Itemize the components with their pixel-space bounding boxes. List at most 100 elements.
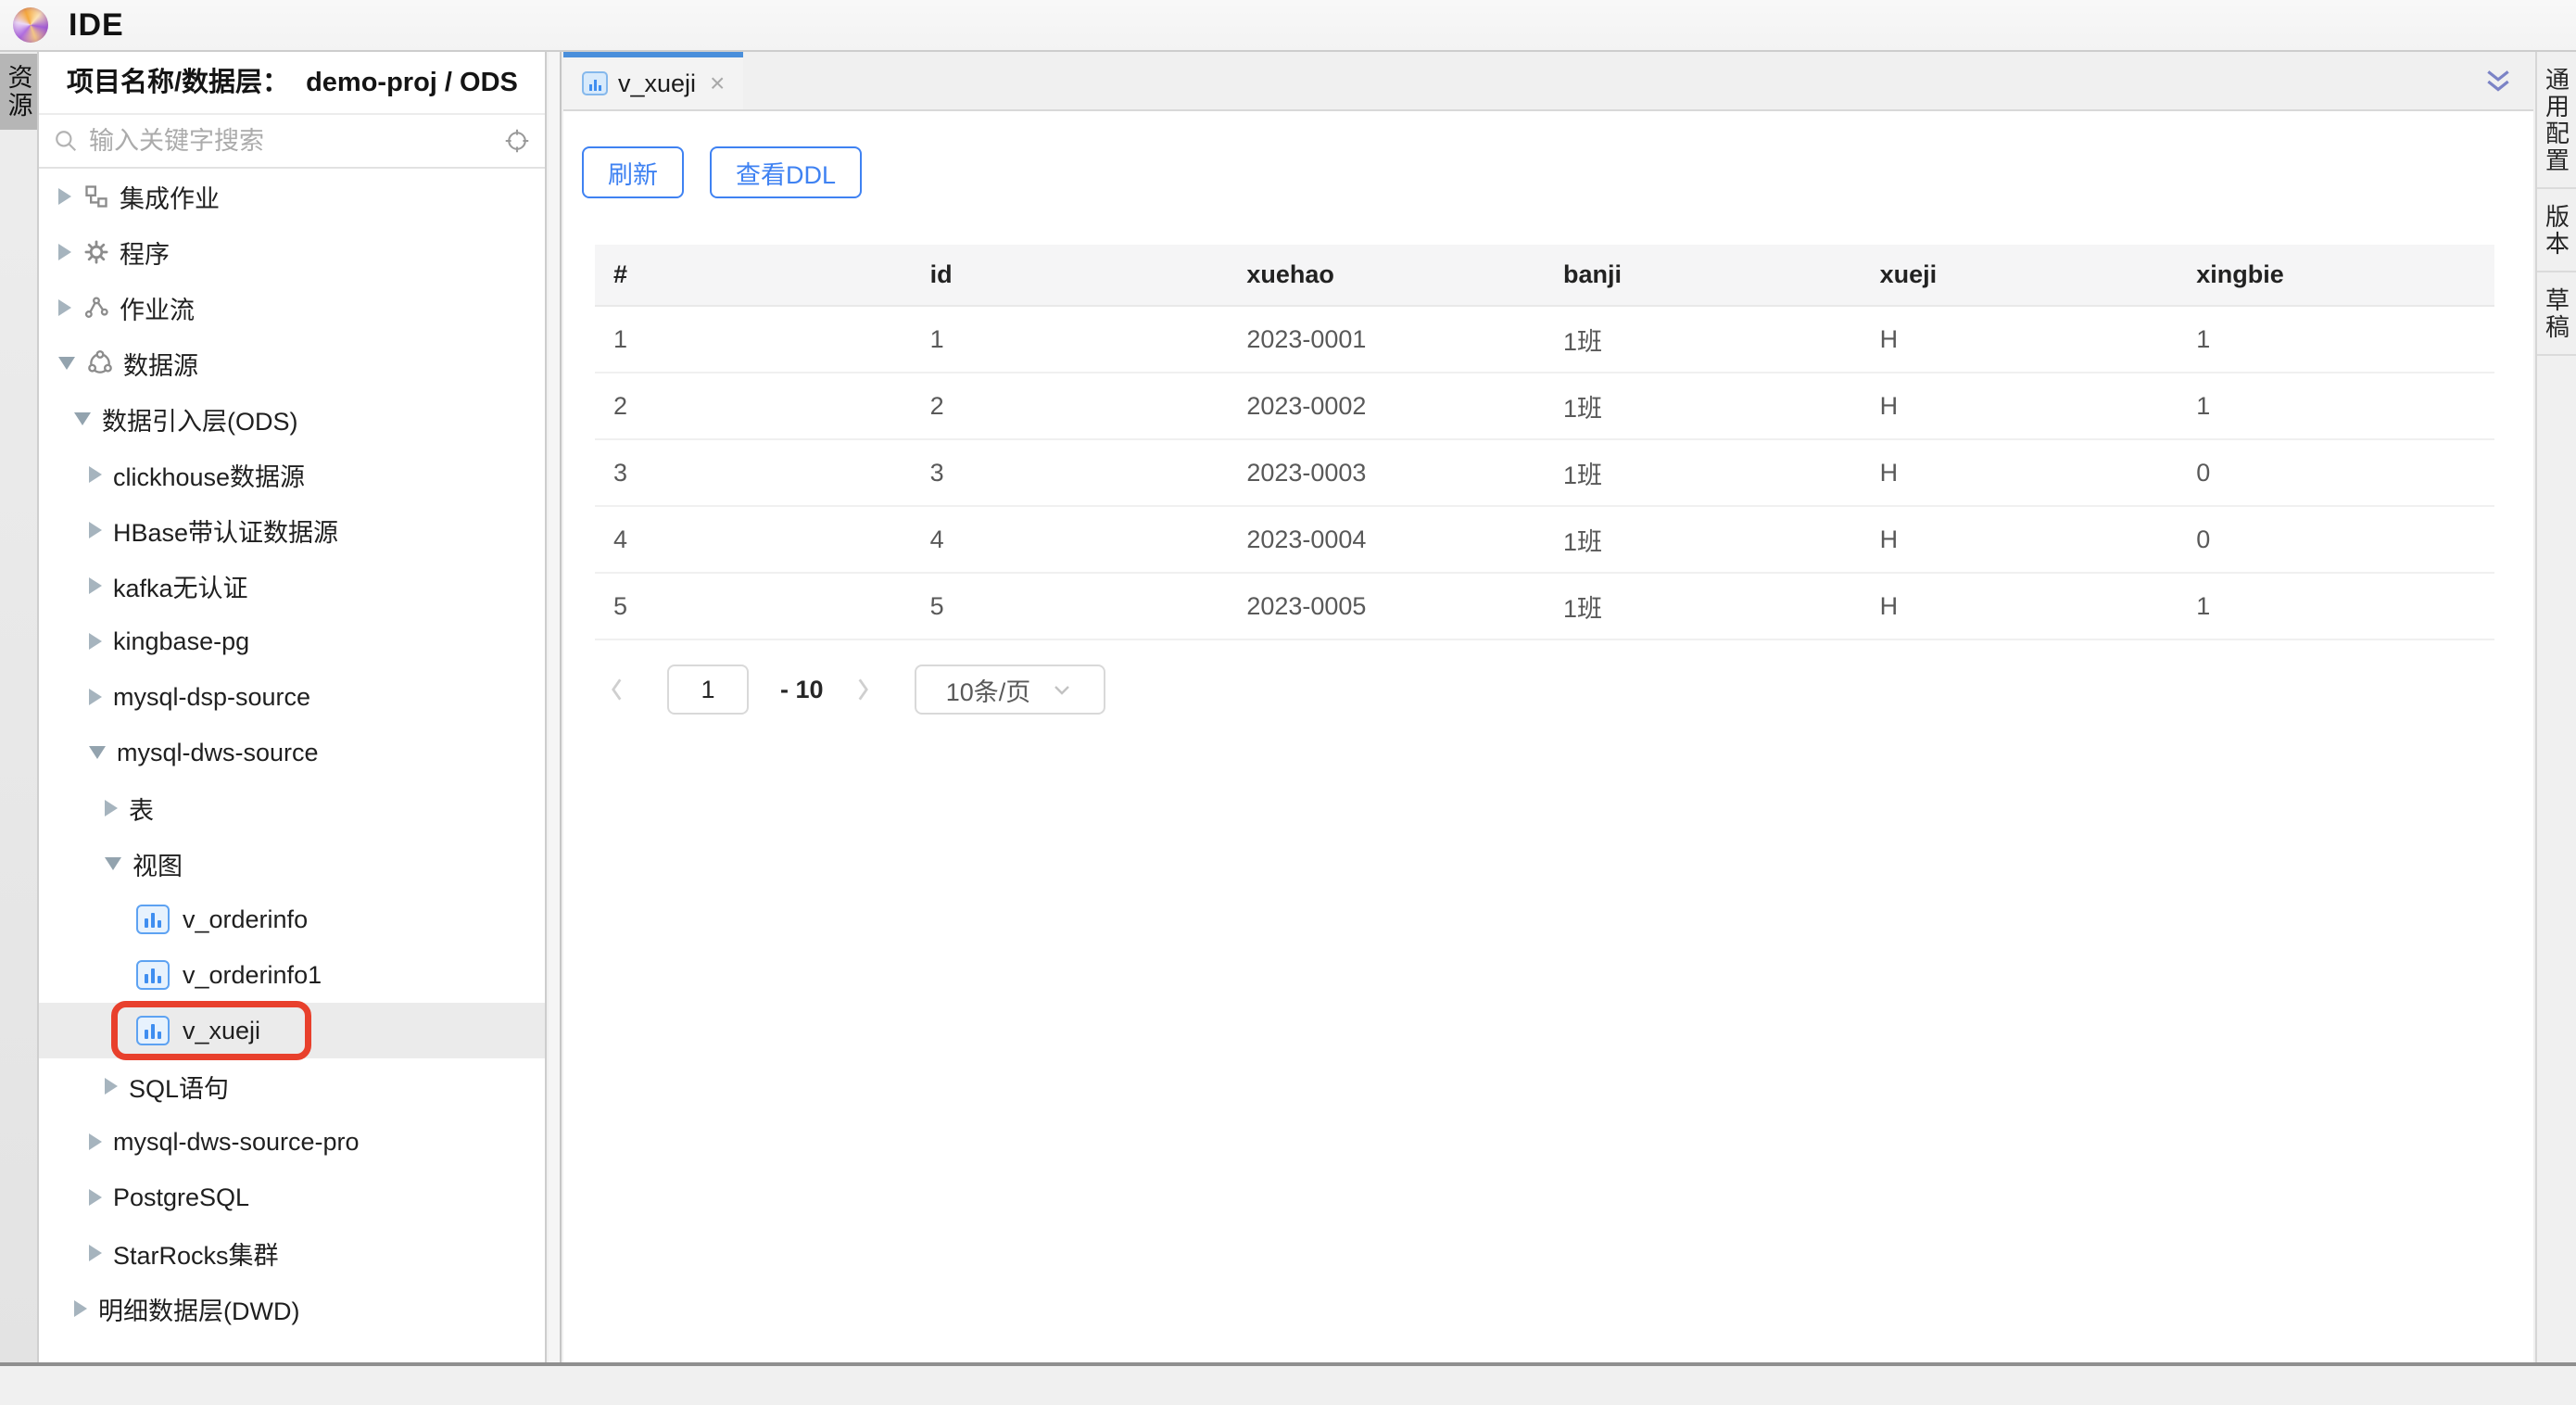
page-number-input[interactable] [667,665,749,715]
activity-tab-label: 资源 [1,64,37,120]
tree-item-label: 数据引入层(ODS) [102,401,298,437]
table-cell: 1 [912,306,1229,373]
caret-right-icon[interactable] [89,1133,102,1150]
table-cell: 2023-0003 [1228,439,1545,506]
panel-resizer[interactable] [549,52,562,1362]
tree-item-dwd-layer[interactable]: 明细数据层(DWD) [39,1281,545,1336]
caret-down-icon[interactable] [74,412,91,425]
caret-right-icon[interactable] [89,577,102,594]
next-page-icon[interactable] [853,676,874,703]
data-preview-table: #idxuehaobanjixuejixingbie 112023-00011班… [595,245,2494,640]
tree-item-view-v-orderinfo1[interactable]: v_orderinfo1 [39,947,545,1003]
datasource-icon [86,349,114,377]
tree-item-view-v-xueji[interactable]: v_xueji [39,1003,545,1058]
chevron-down-icon [1051,678,1073,701]
tree-item-label: StarRocks集群 [113,1235,279,1272]
table-row: 552023-00051班H1 [595,573,2494,639]
page-size-select[interactable]: 10条/页 [915,665,1105,715]
tree-item-mysql-dws-source-pro[interactable]: mysql-dws-source-pro [39,1114,545,1170]
panel-general-config[interactable]: 通用配置 [2537,52,2576,189]
search-bar [39,115,545,169]
pagination: - 10 10条/页 [606,665,2533,715]
tree-item-postgresql[interactable]: PostgreSQL [39,1170,545,1225]
tree-item-workflows[interactable]: 作业流 [39,280,545,335]
tree-item-kafka-no-auth[interactable]: kafka无认证 [39,558,545,614]
table-cell: 1 [2178,306,2494,373]
tree-item-view-v-orderinfo[interactable]: v_orderinfo [39,892,545,947]
tab-label: v_xueji [618,70,696,98]
tree-item-clickhouse-source[interactable]: clickhouse数据源 [39,447,545,502]
table-header: #idxuehaobanjixuejixingbie [595,245,2494,306]
caret-right-icon[interactable] [105,800,118,816]
table-cell: 4 [595,506,912,573]
activity-tab-resources[interactable]: 资源 [0,54,37,130]
window-bottom-edge [0,1362,2576,1366]
tree-item-label: mysql-dsp-source [113,683,310,712]
caret-right-icon[interactable] [74,1300,87,1317]
caret-down-icon[interactable] [89,746,106,759]
tree-item-starrocks-cluster[interactable]: StarRocks集群 [39,1225,545,1281]
caret-down-icon[interactable] [58,357,75,370]
table-cell: 1班 [1545,573,1862,639]
table-cell: H [1862,373,2178,439]
tab-v-xueji[interactable]: v_xueji × [563,52,743,109]
table-cell: 1班 [1545,506,1862,573]
tree-item-kingbase-pg[interactable]: kingbase-pg [39,614,545,669]
close-icon[interactable]: × [710,70,725,96]
table-cell: 0 [2178,439,2494,506]
tree-item-label: 视图 [133,846,183,882]
tree-item-hbase-auth-source[interactable]: HBase带认证数据源 [39,502,545,558]
tree-item-mysql-dsp-source[interactable]: mysql-dsp-source [39,669,545,725]
table-row: 442023-00041班H0 [595,506,2494,573]
tree-item-label: 程序 [120,234,170,271]
caret-right-icon[interactable] [89,522,102,538]
right-panel-bar: 通用配置 版本 草稿 [2535,52,2576,1362]
caret-right-icon[interactable] [89,1189,102,1206]
prev-page-icon[interactable] [606,676,626,703]
table-cell: H [1862,439,2178,506]
caret-down-icon[interactable] [105,857,121,870]
tree-item-views[interactable]: 视图 [39,836,545,892]
table-cell: H [1862,506,2178,573]
tree-item-tables[interactable]: 表 [39,780,545,836]
search-input[interactable] [89,127,493,156]
table-cell: 1 [2178,573,2494,639]
collapse-double-chevron-icon[interactable] [2483,67,2513,96]
table-cell: 1 [2178,373,2494,439]
refresh-button[interactable]: 刷新 [582,146,684,198]
tree-item-label: clickhouse数据源 [113,457,305,493]
tree-item-mysql-dws-source[interactable]: mysql-dws-source [39,725,545,780]
main-area: v_xueji × 刷新 查看DDL #idxuehaobanjixuejixi… [563,52,2533,1362]
caret-right-icon[interactable] [89,689,102,705]
gear-icon [82,238,110,266]
caret-right-icon[interactable] [89,466,102,483]
panel-draft[interactable]: 草稿 [2537,272,2576,356]
tree-item-data-sources[interactable]: 数据源 [39,335,545,391]
tree-item-label: 集成作业 [120,179,220,215]
view-ddl-button[interactable]: 查看DDL [710,146,862,198]
tree-item-sql-statements[interactable]: SQL语句 [39,1058,545,1114]
table-cell: 2 [912,373,1229,439]
tree-item-label: SQL语句 [129,1069,229,1105]
app-title: IDE [69,7,124,44]
caret-right-icon[interactable] [105,1078,118,1095]
locate-icon[interactable] [504,128,530,154]
table-cell: 2023-0004 [1228,506,1545,573]
column-header: xueji [1862,245,2178,306]
tree-item-programs[interactable]: 程序 [39,224,545,280]
tab-content: 刷新 查看DDL #idxuehaobanjixuejixingbie 1120… [563,111,2533,1362]
table-cell: 2023-0001 [1228,306,1545,373]
panel-version[interactable]: 版本 [2537,189,2576,272]
caret-right-icon[interactable] [89,1245,102,1261]
app-logo-icon [13,7,48,43]
tree-item-integration-jobs[interactable]: 集成作业 [39,169,545,224]
resource-tree: 集成作业 程序 作业流 数据源数据引入层(ODS) clickhouse数据源 HB… [39,169,545,1362]
caret-right-icon[interactable] [58,299,71,316]
caret-right-icon[interactable] [89,633,102,650]
caret-right-icon[interactable] [58,244,71,260]
column-header: banji [1545,245,1862,306]
tree-item-ods-layer[interactable]: 数据引入层(ODS) [39,391,545,447]
caret-right-icon[interactable] [58,188,71,205]
table-cell: 3 [912,439,1229,506]
table-cell: 1 [595,306,912,373]
